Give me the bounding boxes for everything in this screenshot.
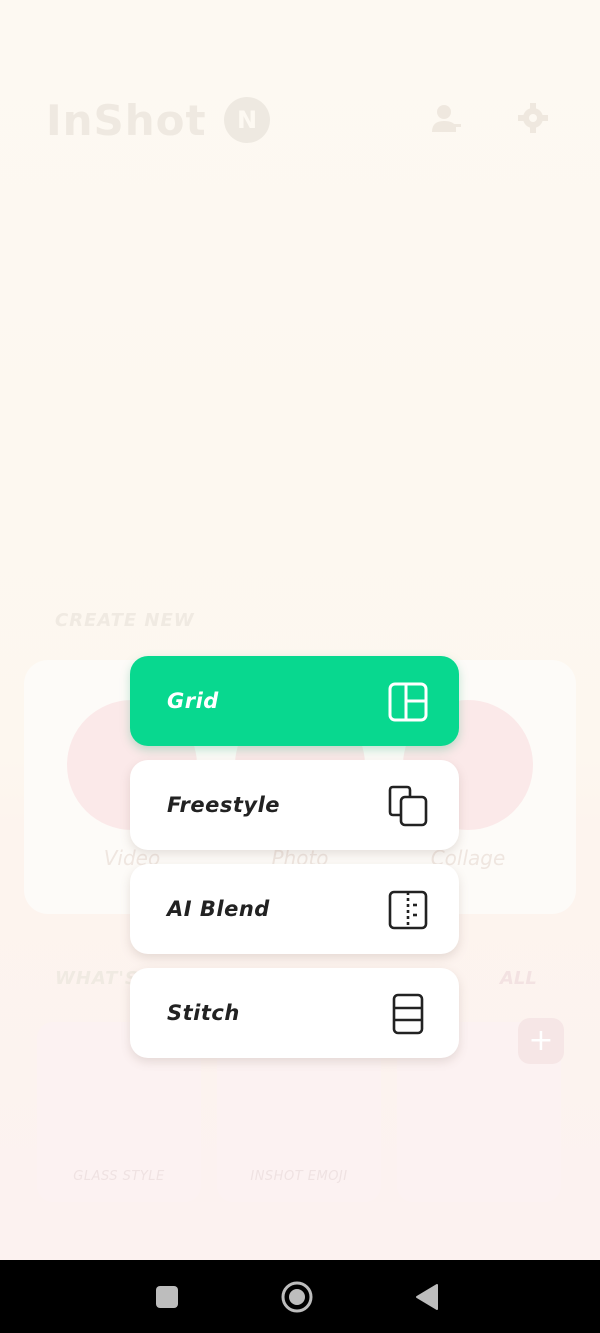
collage-option-label: Grid xyxy=(167,689,219,713)
collage-option-stitch[interactable]: Stitch xyxy=(130,968,459,1058)
home-screen-background: InShot N CREATE NEW Video Photo Collage xyxy=(0,0,600,1260)
ai-blend-split-icon xyxy=(388,890,428,930)
collage-option-label: AI Blend xyxy=(167,897,270,921)
collage-option-grid[interactable]: Grid xyxy=(130,656,459,746)
home-circle-icon[interactable] xyxy=(280,1280,314,1314)
new-badge[interactable]: N xyxy=(224,97,270,143)
system-navigation-bar xyxy=(0,1260,600,1333)
recents-square-icon[interactable] xyxy=(150,1280,184,1314)
create-new-title: CREATE NEW xyxy=(55,610,195,631)
stitch-stack-icon xyxy=(392,993,424,1035)
app-logo: InShot xyxy=(46,96,207,145)
collage-option-ai-blend[interactable]: AI Blend xyxy=(130,864,459,954)
whats-new-card-label: GLASS STYLE xyxy=(73,1169,165,1184)
collage-option-label: Stitch xyxy=(167,1001,240,1025)
collage-option-label: Freestyle xyxy=(167,793,281,817)
freestyle-pages-icon xyxy=(388,785,428,827)
settings-gear-icon[interactable] xyxy=(517,102,549,134)
whats-new-card-label: INSHOT EMOJI xyxy=(250,1169,348,1184)
collage-option-freestyle[interactable]: Freestyle xyxy=(130,760,459,850)
whats-new-all-link[interactable]: ALL xyxy=(500,968,537,989)
plus-icon[interactable]: + xyxy=(518,1018,564,1064)
user-icon[interactable] xyxy=(430,102,462,134)
grid-layout-icon xyxy=(388,682,428,722)
back-triangle-icon[interactable] xyxy=(410,1280,444,1314)
